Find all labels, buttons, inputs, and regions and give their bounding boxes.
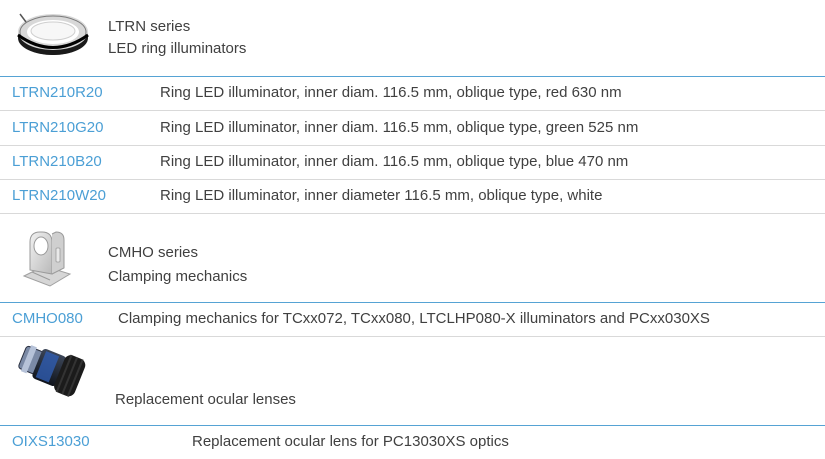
product-code-link[interactable]: LTRN210R20 [12,76,103,110]
product-code-link[interactable]: LTRN210G20 [12,111,103,145]
product-code-link[interactable]: LTRN210W20 [12,179,106,213]
product-description: Ring LED illuminator, inner diameter 116… [160,187,603,204]
series-header-ltrn: LTRN series LED ring illuminators [0,0,825,66]
product-code-link[interactable]: LTRN210B20 [12,145,102,179]
series-subtitle: LED ring illuminators [108,40,247,57]
series-header-cmho: CMHO series Clamping mechanics [0,214,825,300]
series-title: CMHO series [108,244,199,261]
product-description: Ring LED illuminator, inner diam. 116.5 … [160,119,639,136]
product-description: Clamping mechanics for TCxx072, TCxx080,… [118,310,710,327]
table-row: LTRN210G20 Ring LED illuminator, inner d… [0,111,825,145]
table-row: CMHO080 Clamping mechanics for TCxx072, … [0,302,825,336]
product-code-link[interactable]: OIXS13030 [12,425,90,459]
product-catalog-page: LTRN series LED ring illuminators LTRN21… [0,0,825,450]
product-code-link[interactable]: CMHO080 [12,302,83,336]
product-description: Ring LED illuminator, inner diam. 116.5 … [160,84,622,101]
series-title: LTRN series [108,18,191,35]
table-row: LTRN210R20 Ring LED illuminator, inner d… [0,76,825,110]
ocular-lens-image [18,345,86,397]
product-description: Replacement ocular lens for PC13030XS op… [192,433,509,450]
series-header-ocular: Replacement ocular lenses [0,337,825,417]
series-subtitle: Clamping mechanics [108,268,248,285]
table-row: OIXS13030 Replacement ocular lens for PC… [0,425,825,459]
clamping-bracket-image [22,231,72,287]
ring-illuminator-image [17,13,89,55]
table-row: LTRN210B20 Ring LED illuminator, inner d… [0,145,825,179]
table-row: LTRN210W20 Ring LED illuminator, inner d… [0,179,825,213]
series-subtitle: Replacement ocular lenses [115,391,296,408]
product-description: Ring LED illuminator, inner diam. 116.5 … [160,153,629,170]
